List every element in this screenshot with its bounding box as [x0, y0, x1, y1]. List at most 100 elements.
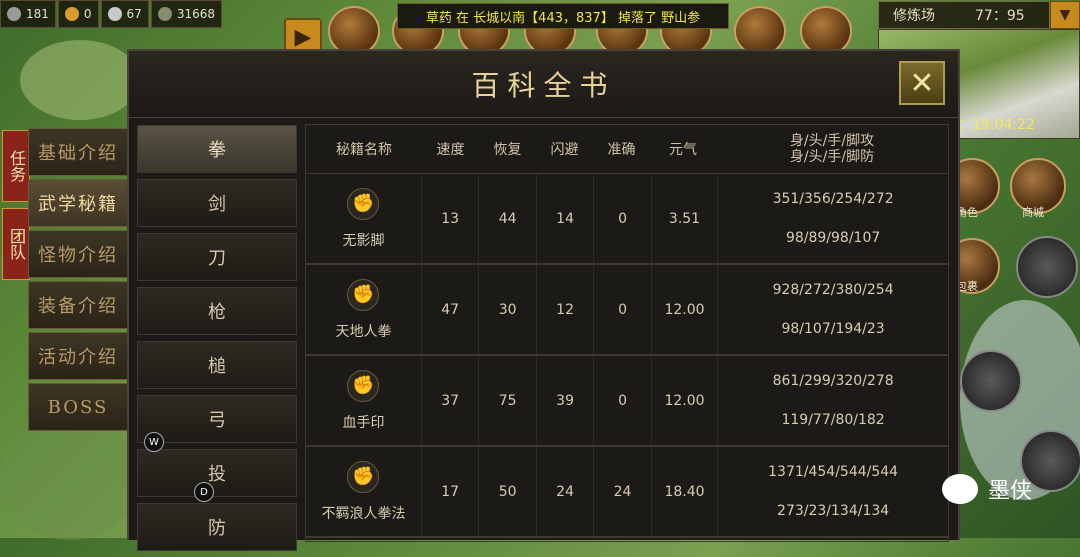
menu-boss[interactable]: BOSS — [28, 383, 128, 431]
weapon-category-list: 拳 剑 刀 枪 槌 弓 投 防 — [137, 125, 297, 557]
atk-values: 1371/454/544/544 — [768, 464, 899, 481]
recover-cell: 30 — [479, 265, 537, 354]
menu-martial-arts[interactable]: 武学秘籍 — [28, 179, 128, 227]
atk-def-cell: 351/356/254/272 98/89/98/107 — [718, 174, 948, 263]
resource-ingot: 31668 — [150, 0, 223, 28]
fist-icon: ✊ — [347, 187, 380, 220]
silver-icon — [107, 7, 122, 21]
qi-cell: 18.40 — [652, 447, 719, 536]
skill-name: 血手印 — [342, 414, 385, 431]
table-row[interactable]: ✊ 天地人拳 47 30 12 0 12.00 928/272/380/254 9… — [306, 265, 948, 356]
table-row[interactable]: ✊ 不羁浪人拳法 17 50 24 24 18.40 1371/454/544/5… — [306, 447, 948, 538]
table-row[interactable]: ✊ 无影脚 13 44 14 0 3.51 351/356/254/272 98/… — [306, 174, 948, 265]
resource-value: 67 — [126, 7, 142, 21]
panel-title: 百科全书 — [471, 69, 616, 102]
header-atk: 身/头/手/脚攻 — [789, 133, 875, 149]
recover-cell: 44 — [479, 174, 537, 263]
system-notice: 草药 在 长城以南【443，837】 掉落了 野山参 — [397, 3, 729, 29]
key-hint-w: W — [144, 432, 164, 452]
skills-table: 秘籍名称 速度 恢复 闪避 准确 元气 身/头/手/脚攻 身/头/手/脚防 ✊ 无… — [305, 124, 949, 542]
accuracy-cell: 24 — [594, 447, 652, 536]
shop-label: 商城 — [1022, 206, 1044, 219]
location-coords: 77：95 — [975, 8, 1025, 24]
category-spear[interactable]: 枪 — [137, 287, 297, 335]
resource-bar: 181 0 67 31668 — [0, 0, 224, 28]
def-values: 98/107/194/23 — [781, 320, 885, 337]
watermark-text: 墨侠 — [988, 479, 1033, 504]
category-hammer[interactable]: 槌 — [137, 341, 297, 389]
skill-name-cell: ✊ 无影脚 — [306, 174, 422, 263]
recover-cell: 75 — [479, 356, 537, 445]
category-defense[interactable]: 防 — [137, 503, 297, 551]
accuracy-cell: 0 — [594, 356, 652, 445]
skill-name: 天地人拳 — [335, 323, 392, 340]
menu-basic-intro[interactable]: 基础介绍 — [28, 128, 128, 176]
fist-icon: ✊ — [347, 460, 380, 493]
def-values: 273/23/134/134 — [777, 502, 890, 519]
table-row[interactable]: ✊ 血手印 37 75 39 0 12.00 861/299/320/278 11… — [306, 356, 948, 447]
accuracy-cell: 0 — [594, 265, 652, 354]
tab-team[interactable]: 团队 — [2, 208, 30, 280]
encyclopedia-menu: 基础介绍 武学秘籍 怪物介绍 装备介绍 活动介绍 BOSS — [28, 128, 128, 434]
resource-silver: 67 — [100, 0, 149, 28]
fist-icon: ✊ — [347, 278, 380, 311]
location-name: 修炼场 — [893, 8, 935, 24]
category-sword[interactable]: 剑 — [137, 179, 297, 227]
atk-def-cell: 1371/454/544/544 273/23/134/134 — [718, 447, 948, 536]
atk-values: 351/356/254/272 — [772, 191, 894, 208]
atk-def-cell: 861/299/320/278 119/77/80/182 — [718, 356, 948, 445]
header-recover: 恢复 — [493, 142, 522, 158]
wechat-icon — [942, 474, 978, 504]
resource-value: 31668 — [176, 7, 216, 21]
resource-coin: 0 — [57, 0, 99, 28]
close-button[interactable]: ✕ — [899, 61, 945, 105]
menu-activity-intro[interactable]: 活动介绍 — [28, 332, 128, 380]
key-hint-d: D — [194, 482, 214, 502]
header-atk-def: 身/头/手/脚攻 身/头/手/脚防 — [716, 133, 948, 165]
skill-button[interactable] — [1016, 236, 1078, 298]
category-fist[interactable]: 拳 — [137, 125, 297, 173]
header-accuracy: 准确 — [607, 142, 636, 158]
speed-cell: 37 — [422, 356, 480, 445]
fist-icon: ✊ — [347, 369, 380, 402]
resource-value: 0 — [83, 7, 92, 21]
resource-value: 181 — [26, 7, 49, 21]
header-def: 身/头/手/脚防 — [789, 149, 875, 165]
accuracy-cell: 0 — [594, 174, 652, 263]
skill-name: 无影脚 — [342, 232, 385, 249]
header-name: 秘籍名称 — [336, 142, 392, 158]
header-speed: 速度 — [436, 142, 465, 158]
panel-header: 百科全书 — [129, 51, 958, 118]
tab-task[interactable]: 任务 — [2, 130, 30, 202]
skill-name: 不羁浪人拳法 — [321, 505, 406, 522]
side-tabs: 任务 团队 — [2, 130, 30, 286]
watermark: 墨侠 — [942, 473, 1032, 505]
dodge-cell: 14 — [537, 174, 595, 263]
category-throw[interactable]: 投 — [137, 449, 297, 497]
speed-cell: 17 — [422, 447, 480, 536]
minimap-toggle-button[interactable]: ▼ — [1050, 1, 1080, 29]
recover-cell: 50 — [479, 447, 537, 536]
header-dodge: 闪避 — [550, 142, 579, 158]
menu-monster-intro[interactable]: 怪物介绍 — [28, 230, 128, 278]
qi-cell: 3.51 — [652, 174, 719, 263]
power-icon — [7, 7, 21, 21]
skill-name-cell: ✊ 不羁浪人拳法 — [306, 447, 422, 536]
attack-button[interactable] — [960, 350, 1022, 412]
skill-name-cell: ✊ 天地人拳 — [306, 265, 422, 354]
dodge-cell: 12 — [537, 265, 595, 354]
category-blade[interactable]: 刀 — [137, 233, 297, 281]
dodge-cell: 24 — [537, 447, 595, 536]
dodge-cell: 39 — [537, 356, 595, 445]
speed-cell: 47 — [422, 265, 480, 354]
resource-power: 181 — [0, 0, 56, 28]
speed-cell: 13 — [422, 174, 480, 263]
header-qi: 元气 — [669, 142, 697, 158]
skill-name-cell: ✊ 血手印 — [306, 356, 422, 445]
qi-cell: 12.00 — [652, 356, 719, 445]
def-values: 98/89/98/107 — [785, 229, 881, 246]
location-bar: 修炼场 77：95 — [878, 1, 1050, 29]
menu-equipment-intro[interactable]: 装备介绍 — [28, 281, 128, 329]
table-header: 秘籍名称 速度 恢复 闪避 准确 元气 身/头/手/脚攻 身/头/手/脚防 — [306, 125, 948, 174]
coin-icon — [64, 7, 79, 21]
